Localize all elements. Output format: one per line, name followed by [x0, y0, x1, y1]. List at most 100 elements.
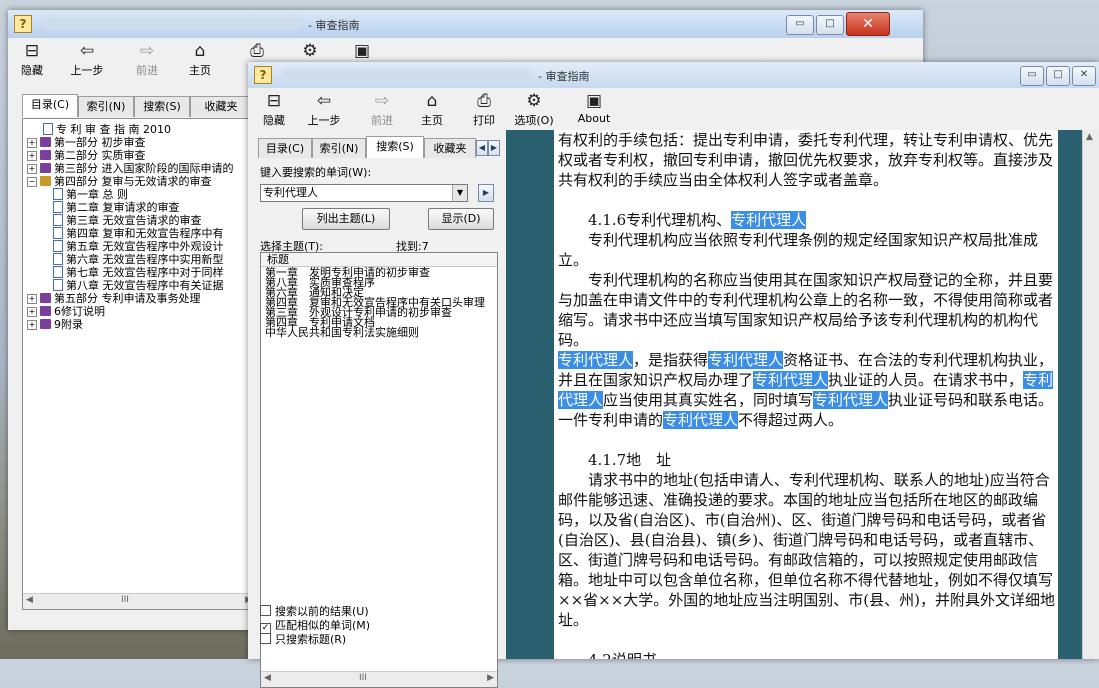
tree-item[interactable]: +9附录 [27, 318, 83, 332]
search-hit: 专利代理人 [558, 351, 634, 369]
back-tabs: 目录(C) 索引(N) 搜索(S) 收藏夹 [22, 94, 262, 118]
tree-item[interactable]: 第四章 复审和无效宣告程序中有 [27, 227, 224, 241]
expand-icon[interactable]: + [27, 307, 37, 317]
tree-item-label: 第三部分 进入国家阶段的国际申请的 [54, 162, 234, 175]
scroll-up-arrow[interactable]: ▲ [1086, 132, 1093, 142]
tab-search[interactable]: 搜索(S) [366, 136, 424, 159]
help-app-icon: ? [254, 66, 272, 84]
print-button[interactable]: ⎙ [233, 40, 281, 62]
tree-item[interactable]: 第八章 无效宣告程序中有关证据 [27, 279, 224, 293]
tree-item[interactable]: + 第三部分 进入国家阶段的国际申请的 [27, 162, 234, 176]
tree-item[interactable]: + 第五部分 专利申请及事务处理 [27, 292, 201, 306]
tree-item-label: 第四章 复审和无效宣告程序中有 [66, 227, 224, 240]
tab-favorites[interactable]: 收藏夹 [424, 138, 476, 159]
search-prompt-label: 键入要搜索的单词(W): [260, 166, 372, 179]
forward-arrow-icon: ⇨ [139, 41, 155, 61]
results-rows: 第一章 发明专利申请的初步审查 第八章 实质审查程序 第六章 通知和决定 第四章 复审… [261, 267, 497, 357]
home-button[interactable]: ⌂ 主页 [408, 90, 456, 128]
tab-contents[interactable]: 目录(C) [22, 94, 78, 117]
result-row[interactable]: 中华人民共和国专利法实施细则 [265, 327, 419, 338]
back-button[interactable]: ⇦ 上一步 [63, 40, 111, 78]
expand-icon[interactable]: + [27, 320, 37, 330]
help-app-icon: ? [14, 15, 32, 33]
maximize-button[interactable]: □ [816, 15, 844, 35]
search-option[interactable]: 搜索以前的结果(U) [260, 605, 369, 618]
scroll-thumb-grip[interactable]: III [121, 595, 129, 605]
hide-button[interactable]: ⊟ 隐藏 [8, 40, 56, 78]
page-icon [53, 227, 63, 239]
options-icon: ⚙ [526, 91, 542, 111]
print-icon: ⎙ [250, 41, 264, 61]
tab-contents[interactable]: 目录(C) [258, 138, 312, 159]
tab-scroll-right[interactable]: ▶ [488, 140, 500, 156]
scroll-thumb-grip[interactable]: III [359, 673, 367, 683]
checkbox-icon[interactable] [260, 633, 271, 644]
close-button[interactable]: ✕ [1072, 66, 1096, 86]
front-help-window: ? - 审查指南 ▭ □ ✕ ⊟ 隐藏 ⇦ 上一步 ⇨ 前进 ⌂ 主页 ⎙ 打印 ⚙ 选项(O) ▣ Ab… [248, 62, 1099, 688]
minimize-button[interactable]: ▭ [786, 15, 814, 35]
results-column-header[interactable]: 标题 [261, 253, 497, 267]
tree-item[interactable]: 第六章 无效宣告程序中实用新型 [27, 253, 224, 267]
tab-search[interactable]: 搜索(S) [134, 96, 190, 117]
search-keyword-input[interactable]: 专利代理人 ▼ [260, 184, 468, 202]
expand-icon[interactable]: + [27, 138, 37, 148]
tree-item[interactable]: + 第一部分 初步审查 [27, 136, 146, 150]
page-icon [43, 123, 53, 135]
tree-item[interactable]: 第七章 无效宣告程序中对于同样 [27, 266, 224, 280]
tree-item-label: 第二章 复审请求的审查 [66, 201, 180, 214]
display-button[interactable]: 显示(D) [428, 208, 494, 230]
search-option-label: 只搜索标题(R) [275, 633, 347, 646]
options-button[interactable]: ⚙ 选项(O) [510, 90, 558, 128]
tree-item[interactable]: +6修订说明 [27, 305, 105, 319]
tree-item[interactable]: 第二章 复审请求的审查 [27, 201, 180, 215]
tree-item[interactable]: 第一章 总 则 [27, 188, 128, 202]
close-button[interactable]: ✕ [846, 12, 890, 36]
search-option[interactable]: 只搜索标题(R) [260, 633, 346, 646]
results-horizontal-scrollbar[interactable]: ◀ III ▶ [261, 671, 497, 687]
minimize-button[interactable]: ▭ [1020, 66, 1044, 86]
tree-item-label: 6修订说明 [54, 305, 105, 318]
tree-item[interactable]: 第五章 无效宣告程序中外观设计 [27, 240, 224, 254]
checkbox-icon[interactable] [260, 605, 271, 616]
expand-icon[interactable]: + [27, 151, 37, 161]
contents-tree: 专 利 审 查 指 南 2010 + 第一部分 初步审查 + 第二部分 实质审查 + 第三部… [27, 123, 255, 373]
back-arrow-button[interactable]: ⇦ 上一步 [300, 90, 348, 128]
about-button[interactable]: ▣ About [570, 90, 618, 125]
dropdown-arrow-icon[interactable]: ▼ [452, 185, 467, 201]
tab-index[interactable]: 索引(N) [312, 138, 366, 159]
print-button[interactable]: ⎙ 打印 [460, 90, 508, 128]
about-button[interactable]: ▣ [338, 40, 386, 62]
options-button[interactable]: ⚙ [286, 40, 334, 62]
tree-item[interactable]: 专 利 审 查 指 南 2010 [27, 123, 171, 137]
collapse-icon[interactable]: − [27, 177, 37, 187]
tab-favorites[interactable]: 收藏夹 [190, 96, 252, 117]
maximize-button[interactable]: □ [1046, 66, 1070, 86]
tree-item[interactable]: + 第二部分 实质审查 [27, 149, 146, 163]
page-icon [53, 279, 63, 291]
page-icon [53, 201, 63, 213]
section-4-1-6-heading: 4.1.6专利代理机构、专利代理人 [588, 211, 807, 229]
content-vertical-scrollbar[interactable]: ▲ [1082, 130, 1099, 659]
scroll-left-arrow[interactable]: ◀ [26, 595, 33, 605]
expand-icon[interactable]: + [27, 294, 37, 304]
search-option[interactable]: ✓ 匹配相似的单词(M) [260, 619, 370, 634]
tab-scroll-left[interactable]: ◀ [476, 140, 488, 156]
forward-arrow-icon: ⇨ [374, 91, 390, 111]
page-icon [53, 240, 63, 252]
list-topics-button[interactable]: 列出主题(L) [302, 208, 390, 230]
paragraph-joint-rights: 有权利的手续包括：提出专利申请，委托专利代理，转让专利申请权、优先权或者专利权，… [558, 131, 1054, 189]
forward-button[interactable]: ⇨ 前进 [123, 40, 171, 78]
tree-horizontal-scrollbar[interactable]: ◀ III ▶ [23, 593, 255, 609]
hide-button[interactable]: ⊟ 隐藏 [250, 90, 298, 128]
search-hit: 专利代理人 [813, 391, 889, 409]
add-term-button[interactable]: ▶ [478, 184, 494, 202]
tab-index[interactable]: 索引(N) [78, 96, 134, 117]
scroll-left-arrow[interactable]: ◀ [264, 673, 271, 683]
home-button[interactable]: ⌂ 主页 [176, 40, 224, 78]
back-title-bar: ? - 审查指南 ▭ □ ✕ [8, 10, 923, 38]
expand-icon[interactable]: + [27, 164, 37, 174]
tree-item[interactable]: − 第四部分 复审与无效请求的审查 [27, 175, 212, 189]
forward-arrow-button[interactable]: ⇨ 前进 [358, 90, 406, 128]
tree-item[interactable]: 第三章 无效宣告请求的审查 [27, 214, 202, 228]
scroll-right-arrow[interactable]: ▶ [487, 673, 494, 683]
